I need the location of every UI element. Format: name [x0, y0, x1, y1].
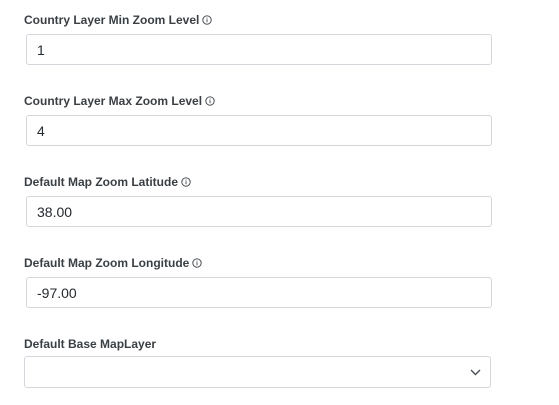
min-zoom-label: Country Layer Min Zoom Level — [24, 13, 200, 27]
longitude-field: Default Map Zoom Longitude — [24, 256, 493, 308]
chevron-down-icon — [470, 369, 481, 376]
base-map-layer-select[interactable] — [24, 356, 491, 388]
latitude-input[interactable] — [26, 196, 492, 227]
latitude-label-row: Default Map Zoom Latitude — [24, 175, 493, 189]
max-zoom-input[interactable] — [26, 115, 492, 146]
info-icon[interactable] — [205, 95, 215, 106]
max-zoom-field: Country Layer Max Zoom Level — [24, 94, 493, 146]
latitude-label: Default Map Zoom Latitude — [24, 175, 178, 189]
latitude-field: Default Map Zoom Latitude — [24, 175, 493, 227]
base-map-layer-label-row: Default Base MapLayer — [24, 337, 493, 351]
min-zoom-label-row: Country Layer Min Zoom Level — [24, 13, 493, 27]
min-zoom-input[interactable] — [26, 34, 492, 65]
info-icon[interactable] — [202, 14, 213, 25]
base-map-layer-field: Default Base MapLayer — [24, 337, 493, 388]
map-settings-form: Country Layer Min Zoom Level Country Lay… — [0, 0, 559, 405]
base-map-layer-label: Default Base MapLayer — [24, 337, 157, 351]
min-zoom-field: Country Layer Min Zoom Level — [24, 13, 493, 65]
info-icon[interactable] — [192, 257, 202, 268]
max-zoom-label-row: Country Layer Max Zoom Level — [24, 94, 493, 108]
longitude-label-row: Default Map Zoom Longitude — [24, 256, 493, 270]
info-icon[interactable] — [181, 176, 191, 187]
max-zoom-label: Country Layer Max Zoom Level — [24, 94, 203, 108]
longitude-label: Default Map Zoom Longitude — [24, 256, 190, 270]
longitude-input[interactable] — [26, 277, 492, 308]
